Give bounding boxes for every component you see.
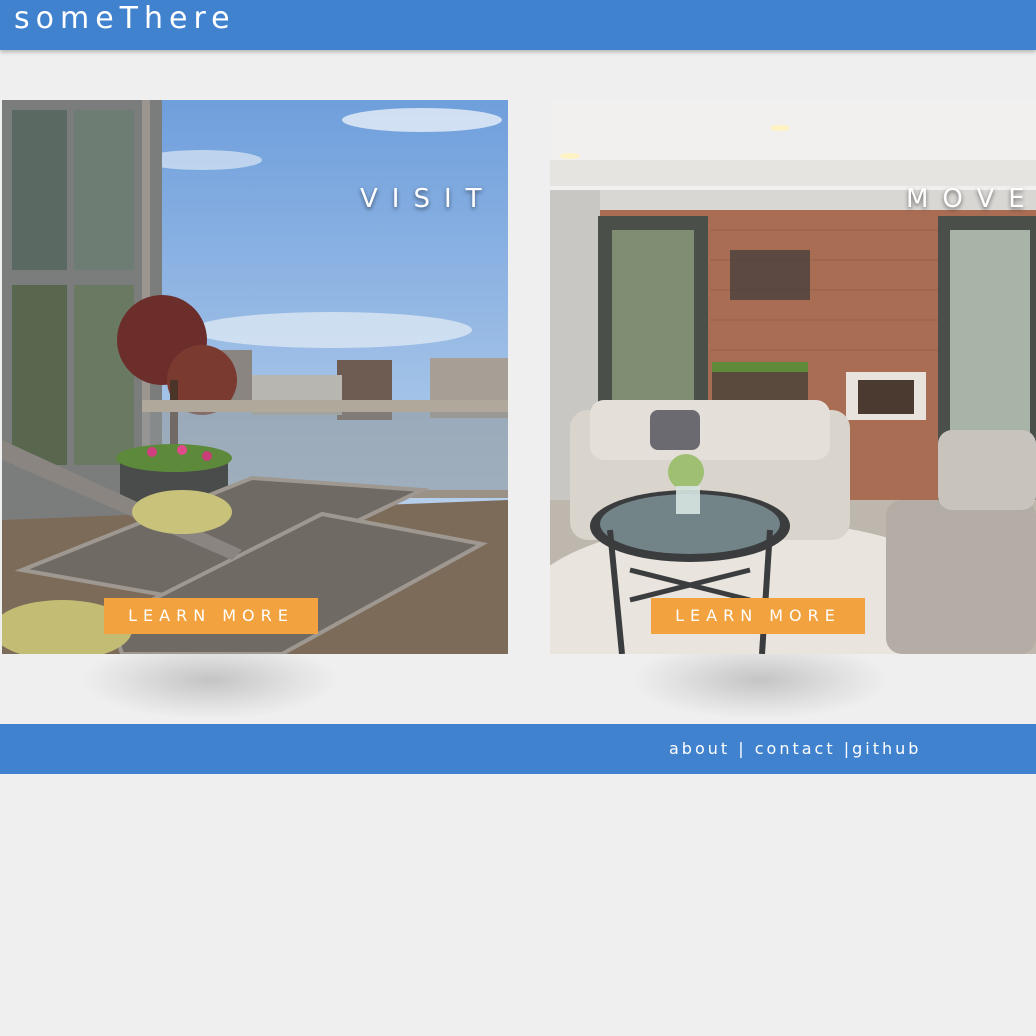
footer-separator: |	[730, 739, 747, 758]
site-footer: about | contact |github	[0, 724, 1036, 774]
card-visit[interactable]: VISIT LEARN MORE	[2, 100, 508, 654]
site-logo[interactable]: someThere	[14, 0, 236, 38]
card-title-move: MOVE	[906, 184, 1036, 214]
card-title-visit: VISIT	[360, 184, 496, 214]
footer-links: about | contact |github	[669, 739, 921, 758]
footer-link-github[interactable]: github	[852, 739, 921, 758]
site-header: someThere	[0, 0, 1036, 50]
learn-more-button-visit[interactable]: LEARN MORE	[104, 598, 318, 634]
footer-separator: |	[835, 739, 853, 758]
card-move[interactable]: MOVE LEARN MORE	[550, 100, 1036, 654]
footer-link-contact[interactable]: contact	[755, 739, 836, 758]
footer-link-about[interactable]: about	[669, 739, 730, 758]
learn-more-button-move[interactable]: LEARN MORE	[651, 598, 865, 634]
